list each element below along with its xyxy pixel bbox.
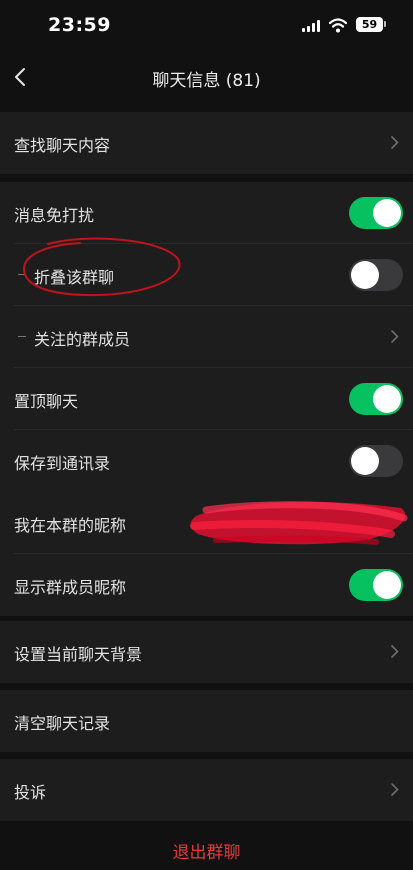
- row-label: 折叠该群聊: [34, 268, 115, 287]
- row-label: 保存到通讯录: [14, 454, 111, 473]
- battery-level: 59: [361, 18, 378, 31]
- show-nicknames-toggle[interactable]: [349, 569, 403, 601]
- mute-row: 消息免打扰: [0, 182, 413, 244]
- chevron-right-icon: [390, 782, 399, 797]
- chevron-right-icon: [390, 644, 399, 659]
- report-group: 投诉: [0, 759, 413, 821]
- notification-group: 消息免打扰 折叠该群聊 关注的群成员 置顶聊天 保存到通讯录: [0, 182, 413, 492]
- row-label: 查找聊天内容: [14, 136, 111, 155]
- nav-bar: 聊天信息 (81): [0, 52, 413, 106]
- clear-group: 清空聊天记录: [0, 690, 413, 752]
- indent-dash: [18, 274, 26, 275]
- battery-icon: 59: [356, 17, 383, 32]
- report-row[interactable]: 投诉: [0, 759, 413, 821]
- toggle-knob: [373, 571, 401, 599]
- pin-chat-toggle[interactable]: [349, 383, 403, 415]
- toggle-knob: [373, 385, 401, 413]
- row-label: 置顶聊天: [14, 392, 79, 411]
- save-to-contacts-toggle[interactable]: [349, 445, 403, 477]
- page-title: 聊天信息 (81): [152, 71, 261, 91]
- exit-group-button[interactable]: 退出群聊: [0, 838, 413, 863]
- search-group: 查找聊天内容: [0, 112, 413, 174]
- row-label: 我在本群的昵称: [14, 516, 127, 535]
- row-label: 关注的群成员: [34, 330, 131, 349]
- battery-tip: [384, 21, 386, 27]
- status-time: 23:59: [48, 14, 111, 36]
- row-label: 清空聊天记录: [14, 714, 111, 733]
- chat-background-row[interactable]: 设置当前聊天背景: [0, 621, 413, 683]
- row-label: 设置当前聊天背景: [14, 645, 143, 664]
- pin-chat-row: 置顶聊天: [0, 368, 413, 430]
- my-nickname-row[interactable]: 我在本群的昵称: [0, 492, 413, 554]
- show-nicknames-row: 显示群成员昵称: [0, 554, 413, 616]
- status-bar: 23:59 59: [0, 0, 413, 52]
- row-label: 显示群成员昵称: [14, 578, 127, 597]
- row-label: 消息免打扰: [14, 206, 95, 225]
- search-chat-row[interactable]: 查找聊天内容: [0, 112, 413, 174]
- cellular-signal-icon: [302, 20, 322, 32]
- chevron-right-icon: [390, 135, 399, 150]
- chevron-right-icon: [390, 329, 399, 344]
- followed-members-row[interactable]: 关注的群成员: [0, 306, 413, 368]
- indent-dash: [18, 336, 26, 337]
- toggle-knob: [351, 447, 379, 475]
- fold-chat-row: 折叠该群聊: [0, 244, 413, 306]
- mute-toggle[interactable]: [349, 197, 403, 229]
- background-group: 设置当前聊天背景: [0, 621, 413, 683]
- toggle-knob: [373, 199, 401, 227]
- fold-chat-toggle[interactable]: [349, 259, 403, 291]
- toggle-knob: [351, 261, 379, 289]
- wifi-icon: [329, 18, 347, 33]
- clear-history-row[interactable]: 清空聊天记录: [0, 690, 413, 752]
- row-label: 投诉: [14, 783, 47, 802]
- nickname-group: 我在本群的昵称 显示群成员昵称: [0, 492, 413, 616]
- save-to-contacts-row: 保存到通讯录: [0, 430, 413, 492]
- chat-info-screen: 23:59 59 聊天信息 (81) 查找聊天内容 消息免打扰 折叠该群聊 关注…: [0, 0, 413, 870]
